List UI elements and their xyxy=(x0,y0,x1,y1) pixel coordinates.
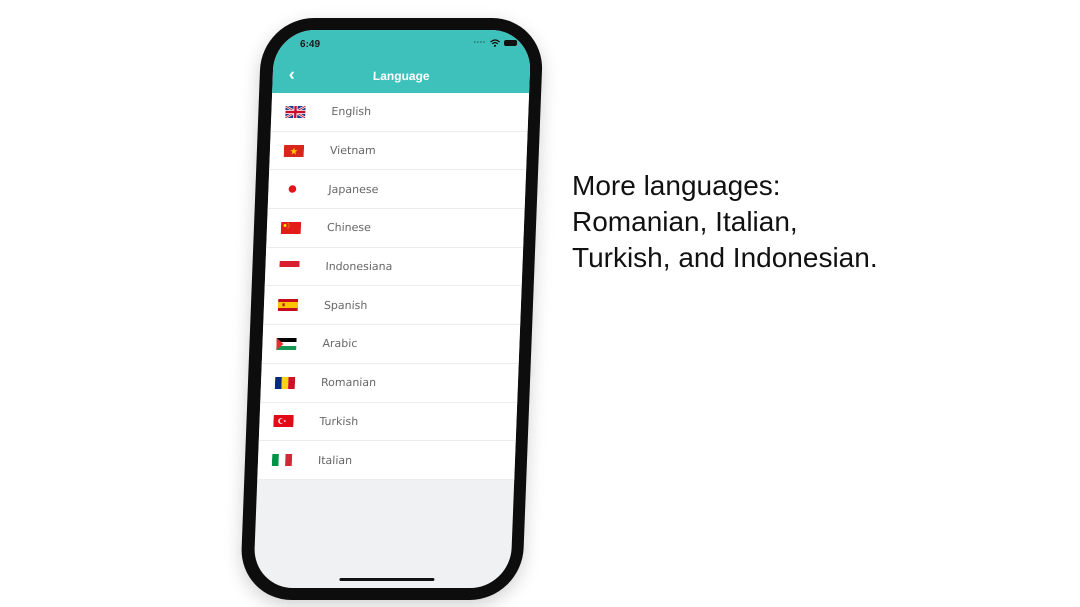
home-indicator[interactable] xyxy=(339,578,435,581)
language-list: English Vietnam Japanese Chinese Indones… xyxy=(257,93,530,480)
language-item-turkish[interactable]: Turkish xyxy=(258,402,518,442)
caption-line: More languages: xyxy=(572,170,781,201)
status-time: 6:49 xyxy=(299,39,321,50)
indonesia-flag-icon xyxy=(279,260,300,273)
wifi-icon xyxy=(490,39,501,47)
romania-flag-icon xyxy=(274,376,296,389)
language-item-indonesiana[interactable]: Indonesiana xyxy=(264,247,524,287)
app-header: 6:49 •••• ‹ Language xyxy=(272,30,532,93)
spain-flag-icon xyxy=(277,299,299,312)
language-item-spanish[interactable]: Spanish xyxy=(263,286,522,326)
language-item-arabic[interactable]: Arabic xyxy=(261,325,521,364)
language-label: Romanian xyxy=(320,376,377,390)
page-title: Language xyxy=(372,69,430,83)
language-label: Chinese xyxy=(326,221,372,235)
uk-flag-icon xyxy=(285,105,306,118)
turkey-flag-icon xyxy=(273,415,294,428)
phone-frame: 6:49 •••• ‹ Language English Vietnam Jap… xyxy=(239,18,544,600)
language-item-italian[interactable]: Italian xyxy=(257,441,516,480)
caption-line: Romanian, Italian, xyxy=(572,206,798,237)
language-label: Arabic xyxy=(322,337,358,351)
vietnam-flag-icon xyxy=(283,144,305,157)
language-item-chinese[interactable]: Chinese xyxy=(266,209,525,248)
battery-icon xyxy=(503,40,518,46)
japan-flag-icon xyxy=(282,183,303,196)
caption-text: More languages: Romanian, Italian, Turki… xyxy=(572,168,878,276)
language-item-japanese[interactable]: Japanese xyxy=(267,170,527,210)
language-item-vietnam[interactable]: Vietnam xyxy=(269,131,528,171)
signal-icon: •••• xyxy=(473,40,487,46)
language-label: Vietnam xyxy=(329,144,377,158)
palestine-flag-icon xyxy=(276,337,297,350)
language-label: Spanish xyxy=(323,298,368,312)
language-item-english[interactable]: English xyxy=(270,93,530,132)
language-label: Indonesiana xyxy=(325,260,393,274)
language-label: Japanese xyxy=(328,182,379,196)
caption-line: Turkish, and Indonesian. xyxy=(572,242,878,273)
language-item-romanian[interactable]: Romanian xyxy=(260,363,519,403)
language-label: Italian xyxy=(317,453,353,467)
status-icons: •••• xyxy=(473,39,518,47)
italy-flag-icon xyxy=(271,454,293,467)
language-label: English xyxy=(331,105,372,119)
language-label: Turkish xyxy=(319,414,359,428)
china-flag-icon xyxy=(280,221,302,234)
phone-screen: 6:49 •••• ‹ Language English Vietnam Jap… xyxy=(253,30,532,588)
